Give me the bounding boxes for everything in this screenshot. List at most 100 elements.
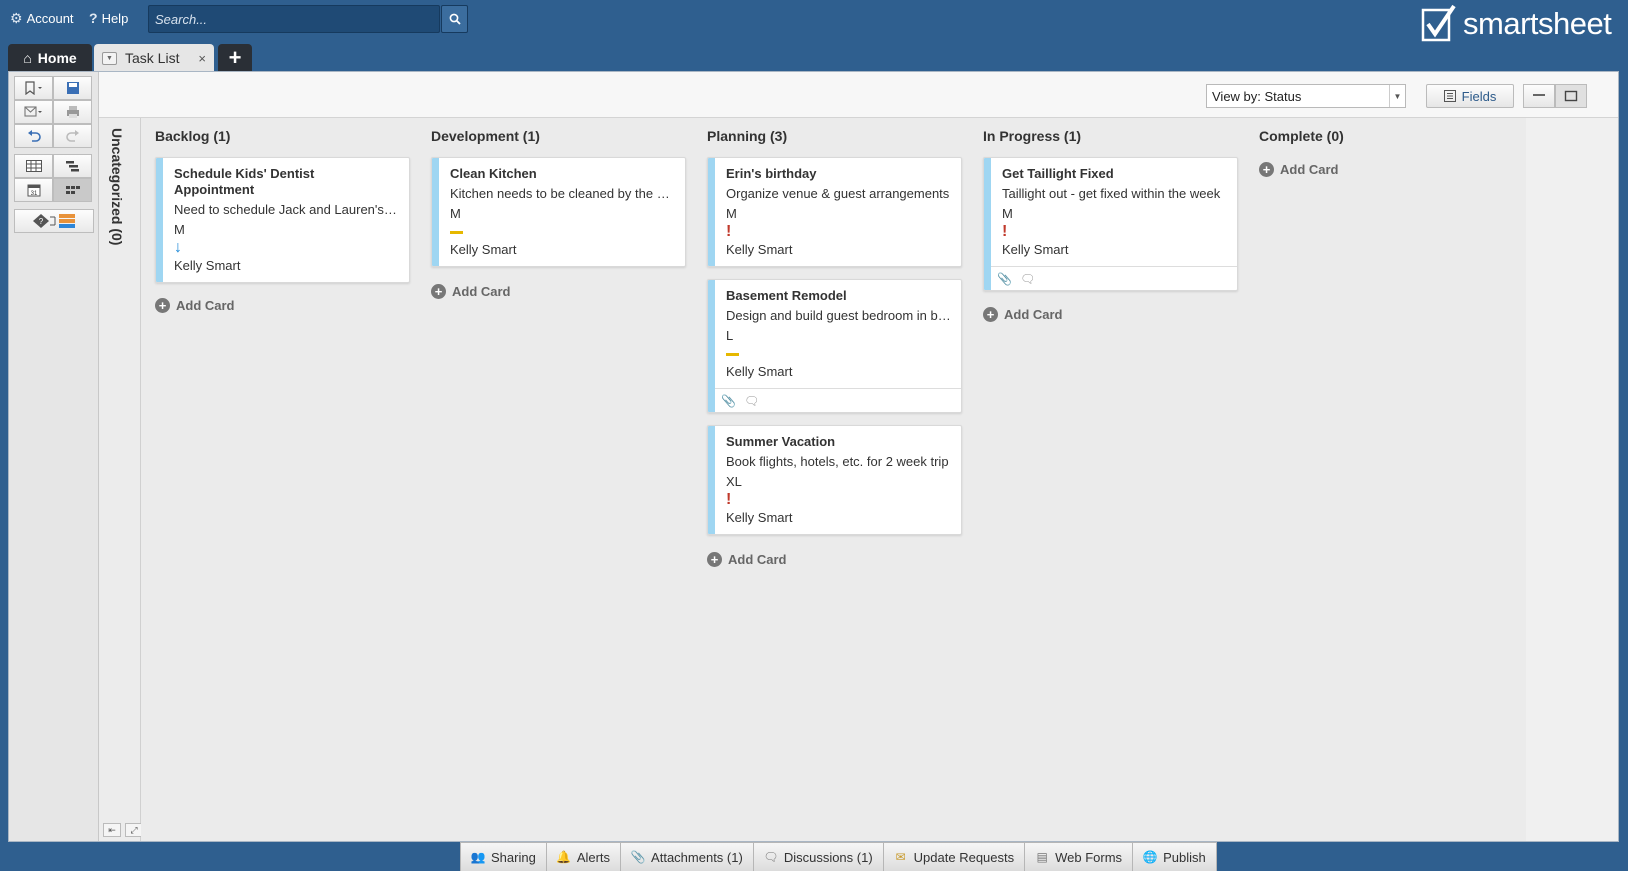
card-size: L bbox=[726, 328, 734, 343]
view-by-value: View by: Status bbox=[1212, 88, 1302, 104]
card-accent-bar bbox=[432, 158, 439, 266]
card-accent-bar bbox=[708, 280, 715, 412]
card-description: Book flights, hotels, etc. for 2 week tr… bbox=[726, 454, 949, 469]
card-accent-bar bbox=[156, 158, 163, 282]
full-cards-button[interactable] bbox=[1555, 84, 1587, 108]
paperclip-icon[interactable]: 📎 bbox=[997, 272, 1012, 286]
add-card-label: Add Card bbox=[452, 284, 511, 299]
card-title: Get Taillight Fixed bbox=[1002, 166, 1114, 181]
gantt-view-button[interactable] bbox=[53, 154, 92, 178]
card[interactable]: Erin's birthday Organize venue & guest a… bbox=[707, 157, 962, 267]
add-tab-button[interactable]: + bbox=[218, 44, 252, 72]
smartsheet-logo[interactable]: smartsheet bbox=[1421, 4, 1612, 44]
card[interactable]: Summer Vacation Book flights, hotels, et… bbox=[707, 425, 962, 535]
web-forms-label: Web Forms bbox=[1055, 849, 1123, 865]
card-size: XL bbox=[726, 474, 742, 489]
people-icon: 👥 bbox=[470, 850, 486, 864]
paperclip-icon: 📎 bbox=[630, 850, 646, 864]
add-card-button[interactable]: + Add Card bbox=[431, 284, 511, 299]
tab-home[interactable]: ⌂ Home bbox=[8, 44, 92, 72]
tab-menu-dropdown[interactable]: ▼ bbox=[102, 51, 117, 65]
send-button[interactable] bbox=[14, 100, 53, 124]
print-button[interactable] bbox=[53, 100, 92, 124]
search-input[interactable] bbox=[149, 6, 439, 32]
plus-circle-icon: + bbox=[155, 298, 170, 313]
card[interactable]: Schedule Kids' Dentist Appointment Need t… bbox=[155, 157, 410, 283]
card-description: Organize venue & guest arrangements bbox=[726, 186, 950, 201]
calendar-icon: 31 bbox=[27, 184, 40, 197]
lane-title: Complete (0) bbox=[1259, 128, 1344, 144]
save-button[interactable] bbox=[53, 76, 92, 100]
paperclip-icon[interactable]: 📎 bbox=[721, 394, 736, 408]
form-icon: ▤ bbox=[1036, 850, 1048, 864]
card-view-settings-button[interactable]: ? bbox=[14, 209, 94, 233]
sharing-button[interactable]: 👥 Sharing bbox=[461, 843, 547, 871]
card[interactable]: Clean Kitchen Kitchen needs to be cleane… bbox=[431, 157, 686, 267]
search-button[interactable] bbox=[441, 5, 468, 33]
view-by-select[interactable]: View by: Status ▼ bbox=[1206, 84, 1406, 108]
web-forms-button[interactable]: ▤ Web Forms bbox=[1025, 843, 1134, 871]
card-view-button[interactable] bbox=[53, 178, 92, 202]
uncategorized-label[interactable]: Uncategorized (0) bbox=[109, 128, 125, 245]
redo-button[interactable] bbox=[53, 124, 92, 148]
card-description: Need to schedule Jack and Lauren's denti… bbox=[174, 202, 399, 217]
comment-icon[interactable]: 🗨 bbox=[744, 394, 759, 408]
priority-medium-icon bbox=[726, 344, 951, 364]
close-tab-icon[interactable]: × bbox=[198, 51, 206, 66]
card-settings-icon: ? bbox=[33, 214, 75, 228]
new-row-button[interactable] bbox=[14, 76, 53, 100]
tab-task-list[interactable]: ▼ Task List × bbox=[94, 44, 214, 72]
add-card-button[interactable]: + Add Card bbox=[707, 552, 787, 567]
help-link[interactable]: ? Help bbox=[89, 10, 128, 26]
lane-planning: Planning (3) Erin's birthday Organize ve… bbox=[693, 118, 979, 841]
left-toolbar: 31 ? bbox=[9, 72, 99, 841]
card-size: M bbox=[1002, 206, 1013, 221]
discussions-button[interactable]: 🗨 Discussions (1) bbox=[753, 843, 884, 871]
card-view-icon bbox=[65, 186, 80, 194]
tab-task-list-label: Task List bbox=[125, 50, 180, 66]
card-owner: Kelly Smart bbox=[450, 242, 517, 257]
question-icon: ? bbox=[89, 10, 98, 26]
sheet-frame: 31 ? View by: Status ▼ Fields Uncategori… bbox=[8, 71, 1619, 842]
add-card-button[interactable]: + Add Card bbox=[983, 307, 1063, 322]
comment-icon[interactable]: 🗨 bbox=[1020, 272, 1035, 286]
full-card-icon bbox=[1564, 90, 1578, 102]
lane-title: Backlog (1) bbox=[155, 128, 231, 144]
card-view-header: View by: Status ▼ Fields bbox=[99, 72, 1618, 118]
priority-high-icon: ! bbox=[726, 223, 732, 240]
publish-label: Publish bbox=[1163, 849, 1206, 865]
globe-icon: 🌐 bbox=[1142, 850, 1158, 864]
card-accent-bar bbox=[708, 158, 715, 266]
calendar-view-button[interactable]: 31 bbox=[14, 178, 53, 202]
lane-in-progress: In Progress (1) Get Taillight Fixed Tail… bbox=[969, 118, 1255, 841]
card[interactable]: Get Taillight Fixed Taillight out - get … bbox=[983, 157, 1238, 291]
bookmark-icon bbox=[24, 81, 42, 95]
card-title: Clean Kitchen bbox=[450, 166, 537, 181]
lane-controls: ⇤ ⤢ bbox=[103, 823, 143, 837]
card-title: Basement Remodel bbox=[726, 288, 847, 303]
card-footer: 📎 🗨 bbox=[715, 388, 961, 412]
fields-button[interactable]: Fields bbox=[1426, 84, 1514, 108]
lane-title: Development (1) bbox=[431, 128, 540, 144]
card-owner: Kelly Smart bbox=[726, 242, 793, 257]
add-card-button[interactable]: + Add Card bbox=[155, 298, 235, 313]
alerts-button[interactable]: 🔔 Alerts bbox=[546, 843, 622, 871]
add-card-label: Add Card bbox=[1004, 307, 1063, 322]
attachments-button[interactable]: 📎 Attachments (1) bbox=[621, 843, 754, 871]
undo-button[interactable] bbox=[14, 124, 53, 148]
card-owner: Kelly Smart bbox=[726, 364, 793, 379]
search-box bbox=[148, 5, 440, 33]
collapse-left-icon[interactable]: ⇤ bbox=[103, 823, 121, 837]
update-requests-button[interactable]: ✉ Update Requests bbox=[883, 843, 1026, 871]
publish-button[interactable]: 🌐 Publish bbox=[1133, 843, 1216, 871]
attachments-label: Attachments (1) bbox=[651, 849, 743, 865]
add-card-button[interactable]: + Add Card bbox=[1259, 162, 1339, 177]
compact-cards-button[interactable] bbox=[1523, 84, 1555, 108]
board-empty-area bbox=[1526, 118, 1618, 841]
grid-view-button[interactable] bbox=[14, 154, 53, 178]
card-description: Design and build guest bedroom in baseme… bbox=[726, 308, 951, 323]
card-owner: Kelly Smart bbox=[174, 258, 241, 273]
account-link[interactable]: ⚙ Account bbox=[10, 10, 74, 27]
card[interactable]: Basement Remodel Design and build guest … bbox=[707, 279, 962, 413]
add-card-label: Add Card bbox=[176, 298, 235, 313]
